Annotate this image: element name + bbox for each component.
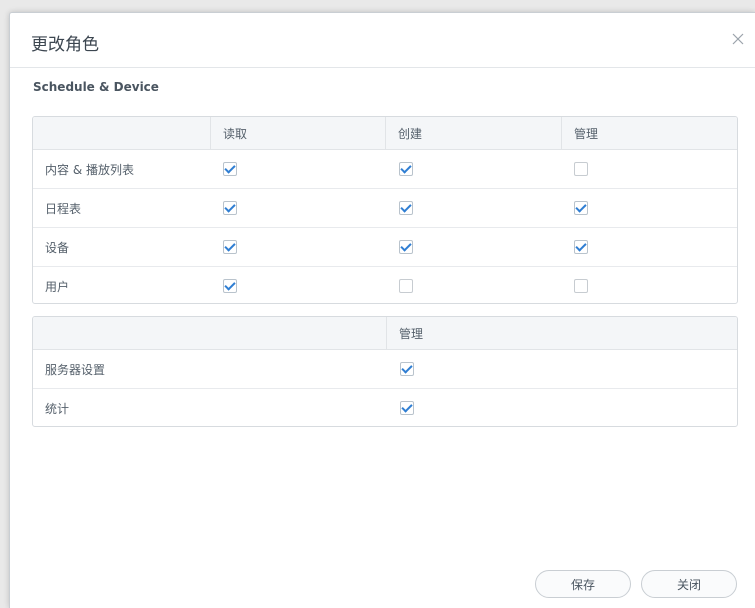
manage-cell: [400, 389, 414, 426]
read-cell: [223, 189, 237, 227]
dialog-titlebar: 更改角色: [10, 13, 755, 68]
table-row: 服务器设置: [33, 350, 737, 389]
manage-cell: [574, 150, 588, 188]
close-icon[interactable]: [727, 28, 749, 50]
read-checkbox[interactable]: [223, 201, 237, 215]
manage-cell: [574, 189, 588, 227]
header-read: 读取: [210, 117, 385, 149]
table-row: 日程表: [33, 189, 737, 228]
manage-checkbox[interactable]: [574, 201, 588, 215]
table-header-row: 读取 创建 管理: [33, 117, 737, 150]
create-cell: [399, 267, 413, 303]
row-label: 内容 & 播放列表: [45, 162, 134, 177]
row-label: 用户: [45, 279, 70, 294]
row-label: 统计: [45, 401, 70, 416]
create-checkbox[interactable]: [399, 201, 413, 215]
table-row: 设备: [33, 228, 737, 267]
create-cell: [399, 150, 413, 188]
create-checkbox[interactable]: [399, 162, 413, 176]
header-manage: 管理: [561, 117, 737, 149]
read-cell: [223, 150, 237, 188]
header-create: 创建: [385, 117, 561, 149]
read-checkbox[interactable]: [223, 240, 237, 254]
header-cell-empty: [33, 117, 210, 149]
manage-checkbox[interactable]: [400, 401, 414, 415]
system-permissions-table: 管理 服务器设置统计: [32, 316, 738, 427]
manage-cell: [574, 228, 588, 266]
manage-checkbox[interactable]: [574, 162, 588, 176]
manage-checkbox[interactable]: [574, 240, 588, 254]
section-title: Schedule & Device: [33, 80, 159, 94]
create-checkbox[interactable]: [399, 279, 413, 293]
read-cell: [223, 228, 237, 266]
change-role-dialog: 更改角色 Schedule & Device 读取 创建 管理 内容 & 播放列…: [9, 12, 755, 608]
row-label: 服务器设置: [45, 362, 106, 377]
manage-cell: [400, 350, 414, 388]
close-button[interactable]: 关闭: [641, 570, 737, 598]
create-cell: [399, 228, 413, 266]
row-label: 日程表: [45, 201, 82, 216]
read-checkbox[interactable]: [223, 162, 237, 176]
create-cell: [399, 189, 413, 227]
table-row: 统计: [33, 389, 737, 426]
row-label: 设备: [45, 240, 70, 255]
permissions-table: 读取 创建 管理 内容 & 播放列表 日程表设备用户: [32, 116, 738, 304]
read-checkbox[interactable]: [223, 279, 237, 293]
table-row: 用户: [33, 267, 737, 303]
dialog-title: 更改角色: [31, 35, 99, 55]
manage-checkbox[interactable]: [400, 362, 414, 376]
table-row: 内容 & 播放列表: [33, 150, 737, 189]
manage-checkbox[interactable]: [574, 279, 588, 293]
manage-cell: [574, 267, 588, 303]
table-header-row: 管理: [33, 317, 737, 350]
read-cell: [223, 267, 237, 303]
header-cell-empty: [33, 317, 386, 349]
header-manage: 管理: [386, 317, 737, 349]
save-button[interactable]: 保存: [535, 570, 631, 598]
create-checkbox[interactable]: [399, 240, 413, 254]
